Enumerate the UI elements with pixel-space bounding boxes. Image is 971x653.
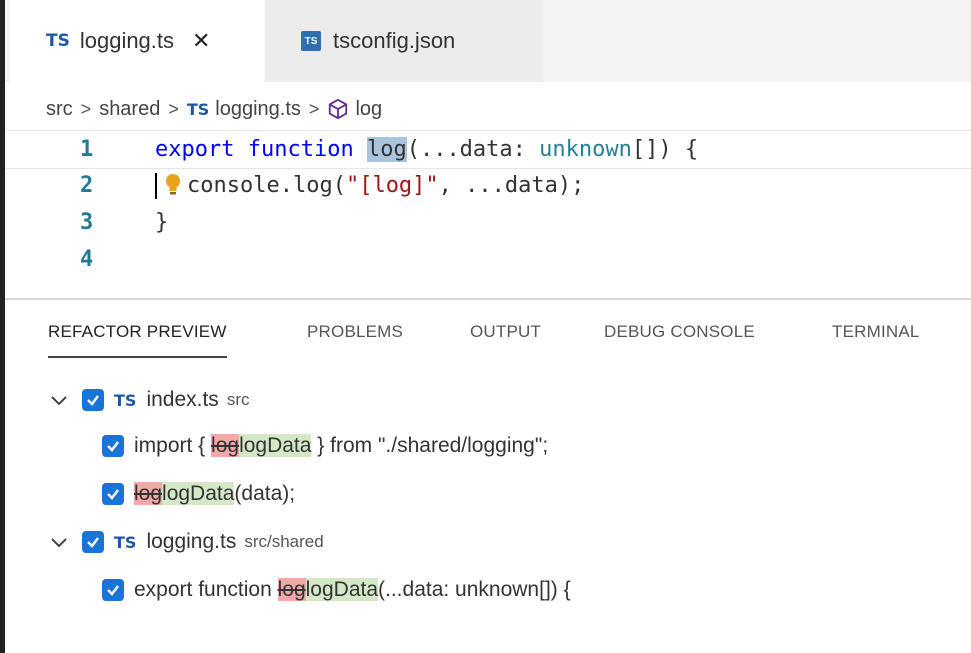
change-text: export function loglogData(...data: unkn…: [134, 578, 571, 602]
tab-problems[interactable]: PROBLEMS: [307, 322, 403, 362]
deleted-text: log: [211, 434, 240, 457]
text-cursor: [155, 173, 157, 199]
breadcrumb-item-file[interactable]: logging.ts: [215, 98, 301, 121]
checkbox-checked-icon[interactable]: [82, 389, 104, 411]
type-name: unknown: [539, 137, 632, 162]
code-fragment: []) {: [631, 137, 699, 162]
change-suffix: (data);: [234, 482, 296, 505]
change-prefix: export function: [134, 578, 278, 601]
checkbox-checked-icon[interactable]: [82, 531, 104, 553]
code-text: }: [155, 210, 169, 235]
code-fragment: , ...data);: [438, 173, 585, 198]
chevron-right-icon: >: [168, 98, 179, 119]
tab-label: REFACTOR PREVIEW: [48, 322, 227, 341]
tab-label: DEBUG CONSOLE: [604, 322, 755, 341]
tab-debug-console[interactable]: DEBUG CONSOLE: [604, 322, 755, 362]
checkbox-checked-icon[interactable]: [102, 579, 124, 601]
line-number: 3: [80, 210, 94, 235]
breadcrumb-item-symbol[interactable]: log: [355, 98, 382, 121]
code-line-3[interactable]: 3 }: [5, 204, 971, 241]
breadcrumb-item-shared[interactable]: shared: [99, 98, 160, 121]
line-number: 1: [80, 137, 94, 162]
window-edge: [0, 0, 5, 653]
file-name: logging.ts: [146, 530, 237, 553]
deleted-text: log: [277, 578, 306, 601]
code-editor[interactable]: 1 export function log(...data: unknown[]…: [5, 130, 971, 295]
string-literal: "[log]": [345, 173, 439, 198]
typescript-file-icon: TS: [114, 532, 137, 552]
tab-terminal[interactable]: TERMINAL: [832, 322, 920, 362]
active-tab-indicator: [48, 356, 227, 358]
keyword: function: [247, 137, 354, 162]
chevron-right-icon: >: [308, 98, 320, 119]
code-line-4[interactable]: 4: [5, 241, 971, 278]
change-text: loglogData(data);: [134, 482, 295, 506]
typescript-file-icon: TS: [114, 390, 137, 410]
chevron-down-icon[interactable]: [48, 389, 70, 411]
change-suffix: (...data: unknown[]) {: [378, 578, 571, 601]
code-text: console.log("[log]", ...data);: [187, 173, 584, 198]
tab-output[interactable]: OUTPUT: [470, 322, 541, 362]
checkbox-checked-icon[interactable]: [102, 483, 124, 505]
change-text: import { loglogData } from "./shared/log…: [134, 434, 548, 458]
file-name: index.ts: [146, 388, 219, 411]
close-icon[interactable]: ✕: [192, 28, 210, 54]
tree-file-logging-ts[interactable]: TS logging.ts src/shared: [48, 524, 324, 560]
tree-change-item[interactable]: export function loglogData(...data: unkn…: [102, 572, 571, 608]
json-file-icon: TS: [301, 31, 321, 51]
tab-label: tsconfig.json: [333, 28, 456, 53]
tree-change-item[interactable]: loglogData(data);: [102, 476, 295, 512]
code-fragment: console.log(: [187, 173, 346, 198]
tab-tsconfig-json[interactable]: TS tsconfig.json: [265, 0, 543, 82]
code-fragment: (...data:: [406, 137, 540, 162]
inserted-text: logData: [239, 434, 312, 457]
file-path: src/shared: [244, 532, 324, 551]
tree-file-index-ts[interactable]: TS index.ts src: [48, 382, 249, 418]
breadcrumb-item-src[interactable]: src: [46, 98, 73, 121]
deleted-text: log: [134, 482, 163, 505]
tab-logging-ts[interactable]: TS logging.ts ✕: [10, 0, 265, 82]
chevron-right-icon: >: [80, 98, 92, 119]
keyword: export: [155, 137, 235, 162]
code-line-1[interactable]: 1 export function log(...data: unknown[]…: [5, 130, 971, 169]
tab-refactor-preview[interactable]: REFACTOR PREVIEW: [48, 322, 227, 362]
line-number: 2: [80, 173, 94, 198]
symbol-highlight: log: [366, 137, 407, 162]
checkbox-checked-icon[interactable]: [102, 435, 124, 457]
typescript-file-icon: TS: [46, 31, 70, 51]
line-number: 4: [80, 247, 94, 272]
change-suffix: } from "./shared/logging";: [311, 434, 549, 457]
inserted-text: logData: [162, 482, 235, 505]
tab-label: TERMINAL: [832, 322, 920, 341]
code-line-2[interactable]: 2 console.log("[log]", ...data);: [5, 167, 971, 204]
file-path: src: [226, 390, 250, 409]
code-text: export function log(...data: unknown[]) …: [155, 137, 698, 162]
symbol-method-icon: [329, 98, 348, 120]
chevron-down-icon[interactable]: [48, 531, 70, 553]
breadcrumb: src > shared > TS logging.ts > log: [46, 92, 382, 126]
typescript-file-icon: TS: [186, 99, 210, 119]
panel-divider[interactable]: [5, 298, 971, 300]
tree-change-item[interactable]: import { loglogData } from "./shared/log…: [102, 428, 548, 464]
lightbulb-icon[interactable]: [163, 172, 183, 198]
tab-label: OUTPUT: [470, 322, 542, 341]
tab-bar: TS logging.ts ✕ TS tsconfig.json: [5, 0, 971, 82]
tab-label: PROBLEMS: [307, 322, 404, 341]
inserted-text: logData: [305, 578, 379, 601]
tab-label: logging.ts: [79, 28, 175, 53]
change-prefix: import {: [134, 434, 212, 457]
